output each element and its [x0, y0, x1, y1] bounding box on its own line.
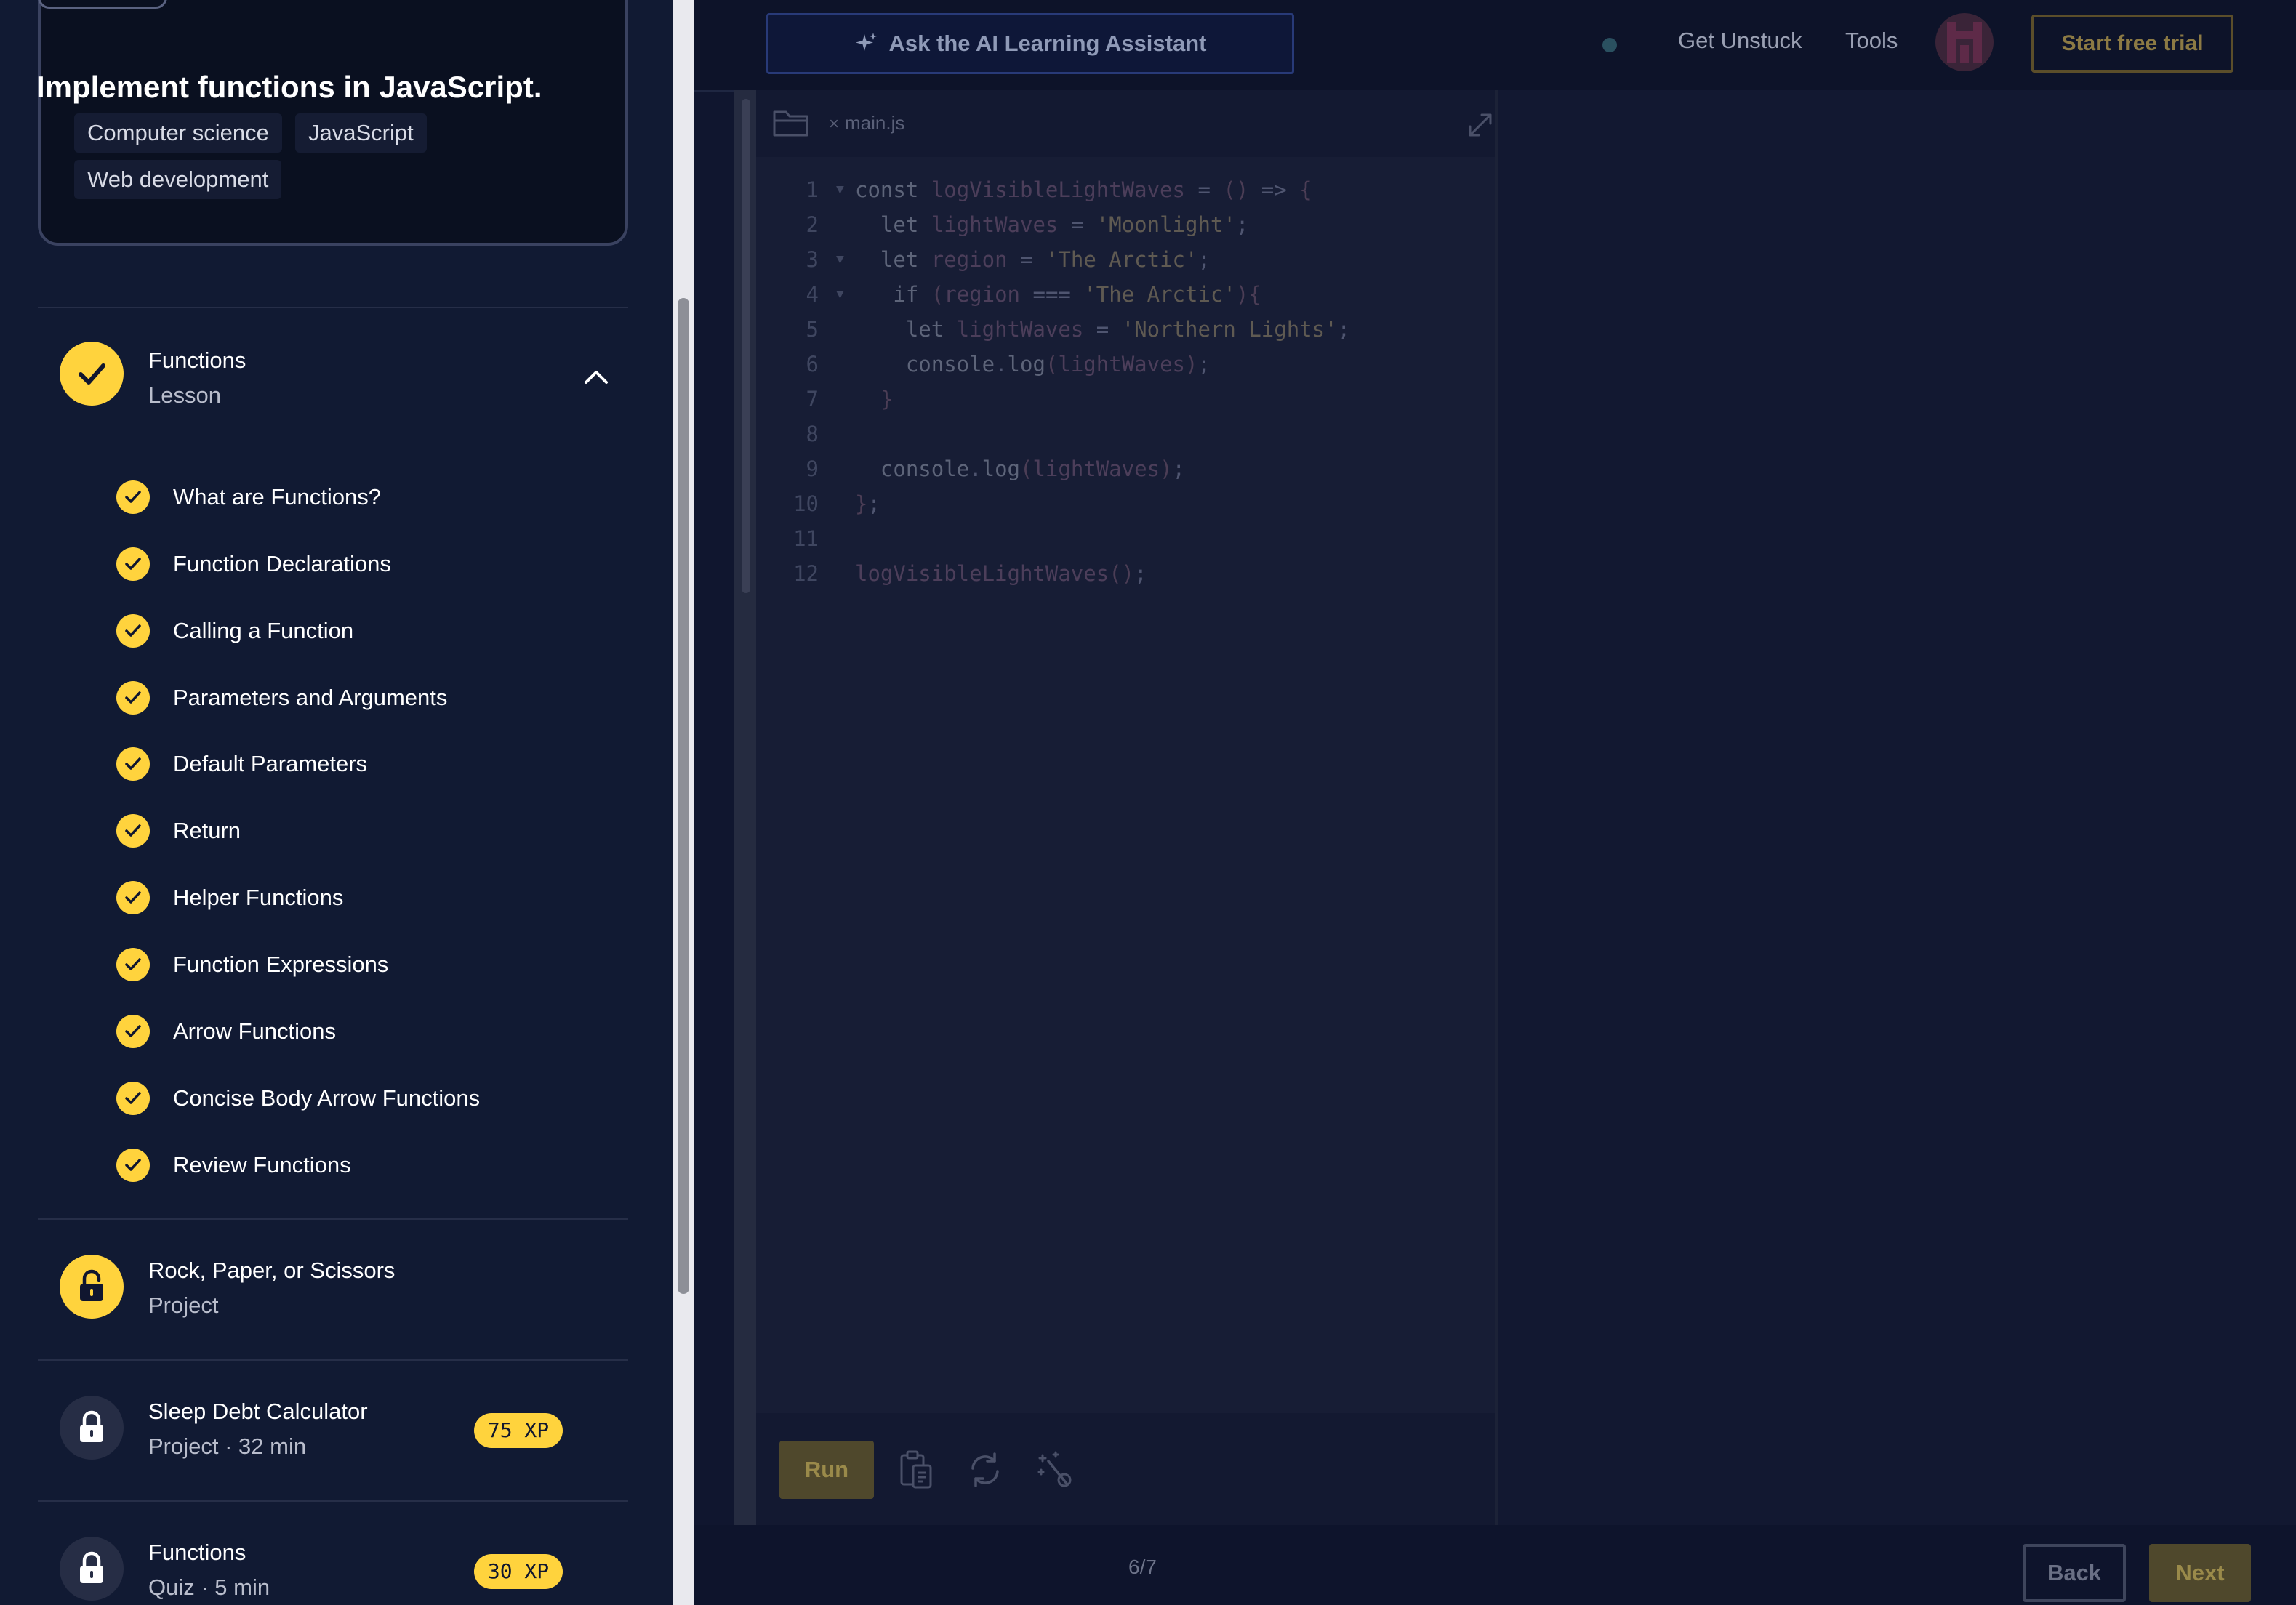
lock-icon [60, 1537, 124, 1601]
lesson-label: What are Functions? [173, 484, 382, 510]
lesson-label: Helper Functions [173, 885, 344, 910]
course-sidebar: Implement functions in JavaScript. Compu… [0, 0, 673, 1605]
module-subtitle: Quiz · 5 min [148, 1574, 270, 1600]
check-circle-icon [116, 747, 150, 781]
folder-icon[interactable] [772, 106, 810, 142]
divider [38, 1218, 628, 1220]
magic-wand-icon[interactable] [1035, 1449, 1075, 1494]
lesson-label: Concise Body Arrow Functions [173, 1085, 481, 1111]
editor-scrollbar[interactable] [742, 99, 750, 593]
module-rock-paper-scissors[interactable]: Rock, Paper, or Scissors Project [38, 1255, 628, 1327]
workspace: Ask the AI Learning Assistant Get Unstuc… [694, 0, 2296, 1605]
chevron-up-icon[interactable] [582, 368, 611, 390]
lesson-label: Calling a Function [173, 618, 354, 643]
lesson-label: Function Expressions [173, 952, 389, 977]
lesson-item-return[interactable]: Return [116, 809, 241, 853]
output-pane [1498, 90, 2296, 1525]
divider [38, 307, 628, 308]
avatar[interactable] [1935, 13, 1994, 71]
start-free-trial-button[interactable]: Start free trial [2031, 15, 2233, 73]
module-functions-quiz[interactable]: Functions Quiz · 5 min 30 XP [38, 1537, 628, 1605]
check-circle-icon [116, 547, 150, 581]
module-title: Rock, Paper, or Scissors [148, 1258, 396, 1283]
divider [38, 1359, 628, 1361]
lesson-item-parameters-and-arguments[interactable]: Parameters and Arguments [116, 676, 447, 720]
lesson-label: Parameters and Arguments [173, 685, 448, 710]
editor-action-bar: Run [756, 1413, 1495, 1525]
card-top-pill [38, 0, 167, 9]
check-circle-icon [116, 948, 150, 981]
module-sleep-debt-calculator[interactable]: Sleep Debt Calculator Project · 32 min 7… [38, 1396, 628, 1468]
tools-link[interactable]: Tools [1845, 28, 1898, 54]
expand-icon[interactable] [1466, 110, 1495, 143]
lesson-label: Default Parameters [173, 751, 368, 776]
check-circle-icon [116, 814, 150, 848]
check-icon [60, 342, 124, 406]
lesson-label: Arrow Functions [173, 1018, 336, 1044]
xp-badge: 75 XP [474, 1413, 563, 1448]
clipboard-icon[interactable] [896, 1449, 935, 1494]
check-circle-icon [116, 1149, 150, 1182]
lesson-item-default-parameters[interactable]: Default Parameters [116, 742, 367, 786]
check-circle-icon [116, 681, 150, 715]
lesson-footer: 6/7 Back Next [694, 1525, 2296, 1605]
sidebar-scrollbar-thumb[interactable] [678, 298, 689, 1294]
file-tab-main-js[interactable]: × main.js [829, 112, 904, 134]
page-indicator: 6/7 [1128, 1556, 1157, 1578]
run-button[interactable]: Run [779, 1441, 874, 1499]
file-tab-label: main.js [845, 112, 905, 134]
module-subtitle: Lesson [148, 382, 221, 408]
lesson-label: Function Declarations [173, 551, 391, 576]
refresh-icon[interactable] [966, 1449, 1005, 1494]
close-icon[interactable]: × [829, 114, 839, 134]
lesson-label: Review Functions [173, 1152, 351, 1178]
get-unstuck-link[interactable]: Get Unstuck [1678, 28, 1802, 54]
lock-icon [60, 1396, 124, 1460]
lesson-label: Return [173, 818, 241, 843]
module-title: Functions [148, 347, 246, 373]
status-dot [1602, 38, 1617, 52]
check-circle-icon [116, 881, 150, 914]
lesson-item-arrow-functions[interactable]: Arrow Functions [116, 1010, 336, 1053]
back-button[interactable]: Back [2023, 1544, 2126, 1602]
module-subtitle: Project · 32 min [148, 1433, 307, 1459]
lesson-item-review-functions[interactable]: Review Functions [116, 1143, 351, 1187]
lesson-item-what-are-functions[interactable]: What are Functions? [116, 475, 381, 519]
module-functions-lesson[interactable]: Functions Lesson [38, 340, 628, 427]
lesson-item-function-expressions[interactable]: Function Expressions [116, 943, 388, 986]
course-title: Implement functions in JavaScript. [36, 70, 542, 104]
check-circle-icon [116, 480, 150, 514]
divider [38, 1500, 628, 1502]
tag-javascript: JavaScript [295, 113, 427, 153]
check-circle-icon [116, 1082, 150, 1115]
module-title: Functions [148, 1540, 246, 1565]
lesson-item-calling-a-function[interactable]: Calling a Function [116, 609, 353, 653]
tag-computer-science: Computer science [74, 113, 282, 153]
ai-assistant-label: Ask the AI Learning Assistant [888, 31, 1207, 56]
lesson-item-function-declarations[interactable]: Function Declarations [116, 542, 391, 586]
sparkle-icon [855, 33, 877, 51]
tag-web-development: Web development [74, 160, 282, 199]
module-title: Sleep Debt Calculator [148, 1399, 368, 1424]
unlock-icon [60, 1255, 124, 1319]
xp-badge: 30 XP [474, 1554, 563, 1589]
module-subtitle: Project [148, 1292, 219, 1318]
top-bar: Ask the AI Learning Assistant Get Unstuc… [694, 0, 2296, 92]
check-circle-icon [116, 614, 150, 648]
editor-tab-bar: × main.js [756, 90, 1495, 157]
lesson-item-concise-body-arrow-functions[interactable]: Concise Body Arrow Functions [116, 1077, 480, 1120]
next-button[interactable]: Next [2149, 1544, 2251, 1602]
code-editor[interactable]: × main.js 1 ▼ const logVisibleLightWaves = … [734, 90, 1495, 1525]
lesson-item-helper-functions[interactable]: Helper Functions [116, 876, 343, 920]
check-circle-icon [116, 1015, 150, 1048]
ai-assistant-button[interactable]: Ask the AI Learning Assistant [766, 13, 1294, 74]
